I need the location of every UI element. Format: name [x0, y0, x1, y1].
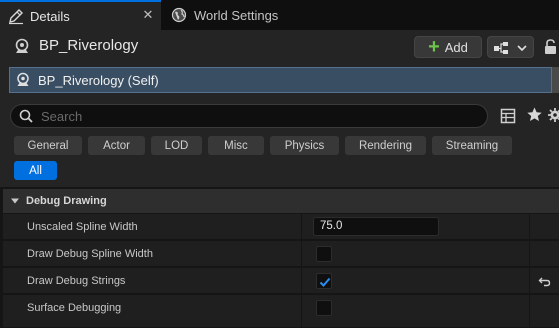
filter-all[interactable]: All [14, 161, 57, 180]
globe-icon [171, 7, 187, 23]
add-component-button[interactable]: + Add [414, 36, 482, 58]
actor-icon [17, 72, 29, 86]
components-scrollbar[interactable] [552, 67, 559, 93]
search-bar [0, 104, 559, 131]
property-row-draw-debug-strings: Draw Debug Strings [3, 268, 559, 294]
blueprint-icon [494, 42, 527, 54]
reset-column-divider [529, 241, 530, 267]
tab-bar: Details ✕ World Settings [0, 0, 559, 30]
column-divider[interactable] [301, 295, 302, 328]
property-label: Surface Debugging [27, 302, 122, 314]
property-label: Draw Debug Spline Width [27, 248, 153, 260]
property-label: Draw Debug Strings [27, 275, 126, 287]
filter-misc[interactable]: Misc [208, 136, 264, 155]
gear-icon[interactable] [547, 107, 559, 123]
category-label: Debug Drawing [26, 195, 107, 207]
actor-icon [15, 38, 29, 53]
tab-world-settings-label: World Settings [194, 7, 279, 23]
reset-column-divider [529, 268, 530, 294]
property-label: Unscaled Spline Width [27, 221, 138, 233]
filter-actor[interactable]: Actor [88, 136, 145, 155]
reset-column-divider [529, 295, 530, 328]
add-button-label: Add [444, 39, 468, 55]
surface-debugging-checkbox[interactable] [316, 300, 332, 316]
blueprint-options-button[interactable] [487, 36, 534, 58]
filter-streaming[interactable]: Streaming [432, 136, 512, 155]
chevron-down-icon [11, 198, 19, 204]
filter-lod[interactable]: LOD [151, 136, 202, 155]
details-header: BP_Riverology + Add [0, 30, 559, 63]
tab-details-label: Details [30, 8, 70, 24]
tab-details[interactable]: Details ✕ [0, 0, 161, 30]
filter-physics[interactable]: Physics [270, 136, 339, 155]
search-icon [19, 109, 33, 123]
draw-debug-strings-checkbox[interactable] [316, 273, 332, 289]
star-icon[interactable] [526, 106, 543, 123]
page-title: BP_Riverology [39, 37, 139, 54]
table-view-icon[interactable] [500, 108, 516, 124]
close-icon[interactable]: ✕ [141, 8, 155, 22]
filter-general[interactable]: General [14, 136, 82, 155]
draw-debug-spline-width-checkbox[interactable] [316, 246, 332, 262]
tab-world-settings[interactable]: World Settings [161, 0, 361, 30]
lock-icon[interactable] [542, 38, 559, 55]
component-row-self[interactable]: BP_Riverology (Self) [9, 67, 552, 93]
component-label: BP_Riverology (Self) [38, 72, 159, 88]
unscaled-spline-width-input[interactable]: 75.0 [313, 217, 439, 236]
checkmark-icon [319, 277, 331, 287]
property-row-draw-debug-spline-width: Draw Debug Spline Width [3, 241, 559, 267]
filter-rendering[interactable]: Rendering [345, 136, 426, 155]
column-divider[interactable] [301, 241, 302, 267]
column-divider[interactable] [301, 214, 302, 240]
search-input[interactable] [41, 108, 481, 124]
property-row-surface-debugging: Surface Debugging [3, 295, 559, 328]
category-debug-drawing[interactable]: Debug Drawing [3, 189, 559, 213]
components-panel: BP_Riverology (Self) [0, 63, 559, 104]
reset-column-divider [529, 214, 530, 240]
plus-icon: + [428, 36, 440, 58]
filter-bar: General Actor LOD Misc Physics Rendering… [0, 131, 559, 187]
pencil-icon [9, 9, 23, 25]
column-divider[interactable] [301, 268, 302, 294]
search-field[interactable] [10, 104, 488, 128]
reset-to-default-icon[interactable] [538, 275, 551, 288]
property-row-unscaled-spline-width: Unscaled Spline Width 75.0 [3, 214, 559, 240]
